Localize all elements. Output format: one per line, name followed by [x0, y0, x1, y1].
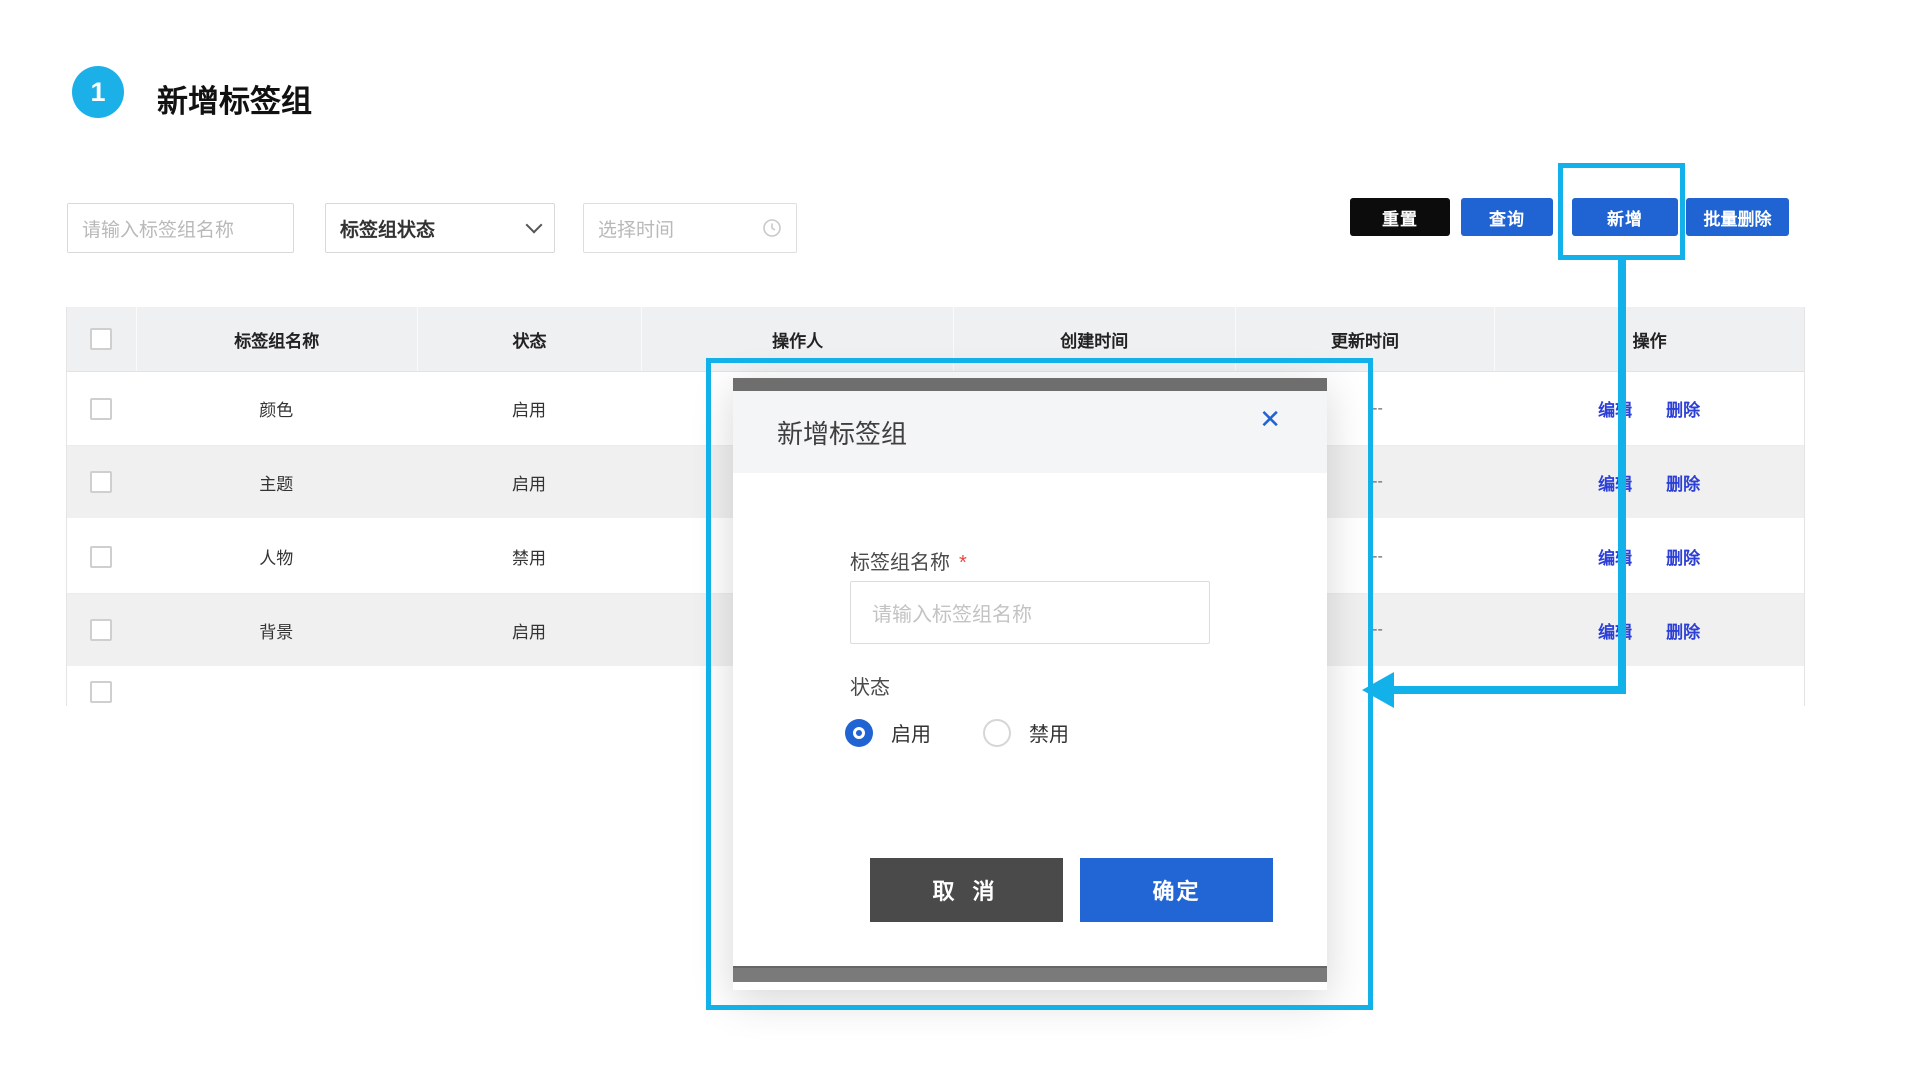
delete-link[interactable]: 删除	[1666, 618, 1700, 643]
date-picker-input[interactable]: 选择时间	[583, 203, 797, 253]
col-header-operator: 操作人	[641, 307, 953, 371]
modal-status-label: 状态	[850, 671, 890, 700]
modal-header: 新增标签组	[733, 391, 1327, 473]
reset-button[interactable]: 重置	[1350, 198, 1450, 236]
step-number-badge: 1	[72, 66, 124, 118]
edit-link[interactable]: 编辑	[1598, 396, 1632, 421]
status-select[interactable]: 标签组状态	[325, 203, 555, 253]
page-title: 新增标签组	[157, 76, 312, 121]
tag-group-name-placeholder: 请输入标签组名称	[82, 215, 234, 242]
radio-unselected-icon[interactable]	[983, 719, 1011, 747]
cell-status: 启用	[417, 446, 642, 518]
modal-title: 新增标签组	[777, 414, 907, 451]
col-header-created: 创建时间	[953, 307, 1235, 371]
annotation-connector-horizontal	[1392, 686, 1626, 694]
cell-name: 颜色	[136, 372, 417, 445]
radio-option-enabled[interactable]: 启用	[845, 718, 931, 747]
cell-updated: --	[1346, 400, 1383, 418]
edit-link[interactable]: 编辑	[1598, 618, 1632, 643]
row-checkbox[interactable]	[90, 471, 112, 493]
clock-icon	[762, 218, 782, 238]
cell-status: 启用	[417, 594, 642, 666]
col-header-updated: 更新时间	[1235, 307, 1495, 371]
modal-name-input[interactable]: 请输入标签组名称	[850, 581, 1210, 644]
status-radio-group: 启用 禁用	[845, 718, 1069, 747]
row-checkbox[interactable]	[90, 619, 112, 641]
col-header-name: 标签组名称	[136, 307, 417, 371]
status-select-value: 标签组状态	[340, 215, 435, 242]
edit-link[interactable]: 编辑	[1598, 544, 1632, 569]
delete-link[interactable]: 删除	[1666, 544, 1700, 569]
cell-name: 人物	[136, 520, 417, 593]
modal-top-bar	[733, 378, 1327, 391]
radio-enabled-label: 启用	[891, 718, 931, 747]
cancel-button[interactable]: 取 消	[870, 858, 1063, 922]
modal-bottom-bar	[733, 966, 1327, 982]
cell-name: 主题	[136, 446, 417, 518]
radio-disabled-label: 禁用	[1029, 718, 1069, 747]
confirm-button[interactable]: 确定	[1080, 858, 1273, 922]
annotation-arrow-icon	[1362, 672, 1394, 708]
batch-delete-button[interactable]: 批量删除	[1686, 198, 1789, 236]
chevron-down-icon	[526, 217, 543, 234]
page: 1 新增标签组 请输入标签组名称 标签组状态 选择时间 重置 查询 新增 批量删…	[0, 0, 1920, 1080]
cell-updated: --	[1346, 473, 1383, 491]
cell-updated: --	[1346, 548, 1383, 566]
table-header-row: 标签组名称 状态 操作人 创建时间 更新时间 操作	[67, 307, 1804, 372]
required-asterisk: *	[959, 552, 967, 574]
delete-link[interactable]: 删除	[1666, 470, 1700, 495]
radio-option-disabled[interactable]: 禁用	[983, 718, 1069, 747]
cell-status: 启用	[417, 372, 642, 445]
col-header-status: 状态	[417, 307, 642, 371]
add-button[interactable]: 新增	[1572, 198, 1678, 236]
cell-updated: --	[1346, 621, 1383, 639]
add-tag-group-modal: 新增标签组 ✕ 标签组名称* 请输入标签组名称 状态 启用 禁用 取 消 确定	[733, 378, 1327, 990]
modal-name-placeholder: 请输入标签组名称	[872, 598, 1032, 627]
search-button[interactable]: 查询	[1461, 198, 1553, 236]
modal-name-label: 标签组名称*	[850, 546, 967, 575]
select-all-checkbox[interactable]	[90, 328, 112, 350]
row-checkbox[interactable]	[90, 681, 112, 703]
radio-selected-icon[interactable]	[845, 719, 873, 747]
cell-name: 背景	[136, 594, 417, 666]
row-checkbox[interactable]	[90, 546, 112, 568]
cell-status: 禁用	[417, 520, 642, 593]
tag-group-name-input[interactable]: 请输入标签组名称	[67, 203, 294, 253]
delete-link[interactable]: 删除	[1666, 396, 1700, 421]
col-header-ops: 操作	[1494, 307, 1804, 371]
date-placeholder: 选择时间	[598, 215, 674, 242]
row-checkbox[interactable]	[90, 398, 112, 420]
edit-link[interactable]: 编辑	[1598, 470, 1632, 495]
annotation-connector-vertical	[1618, 258, 1626, 694]
close-icon[interactable]: ✕	[1259, 402, 1281, 436]
